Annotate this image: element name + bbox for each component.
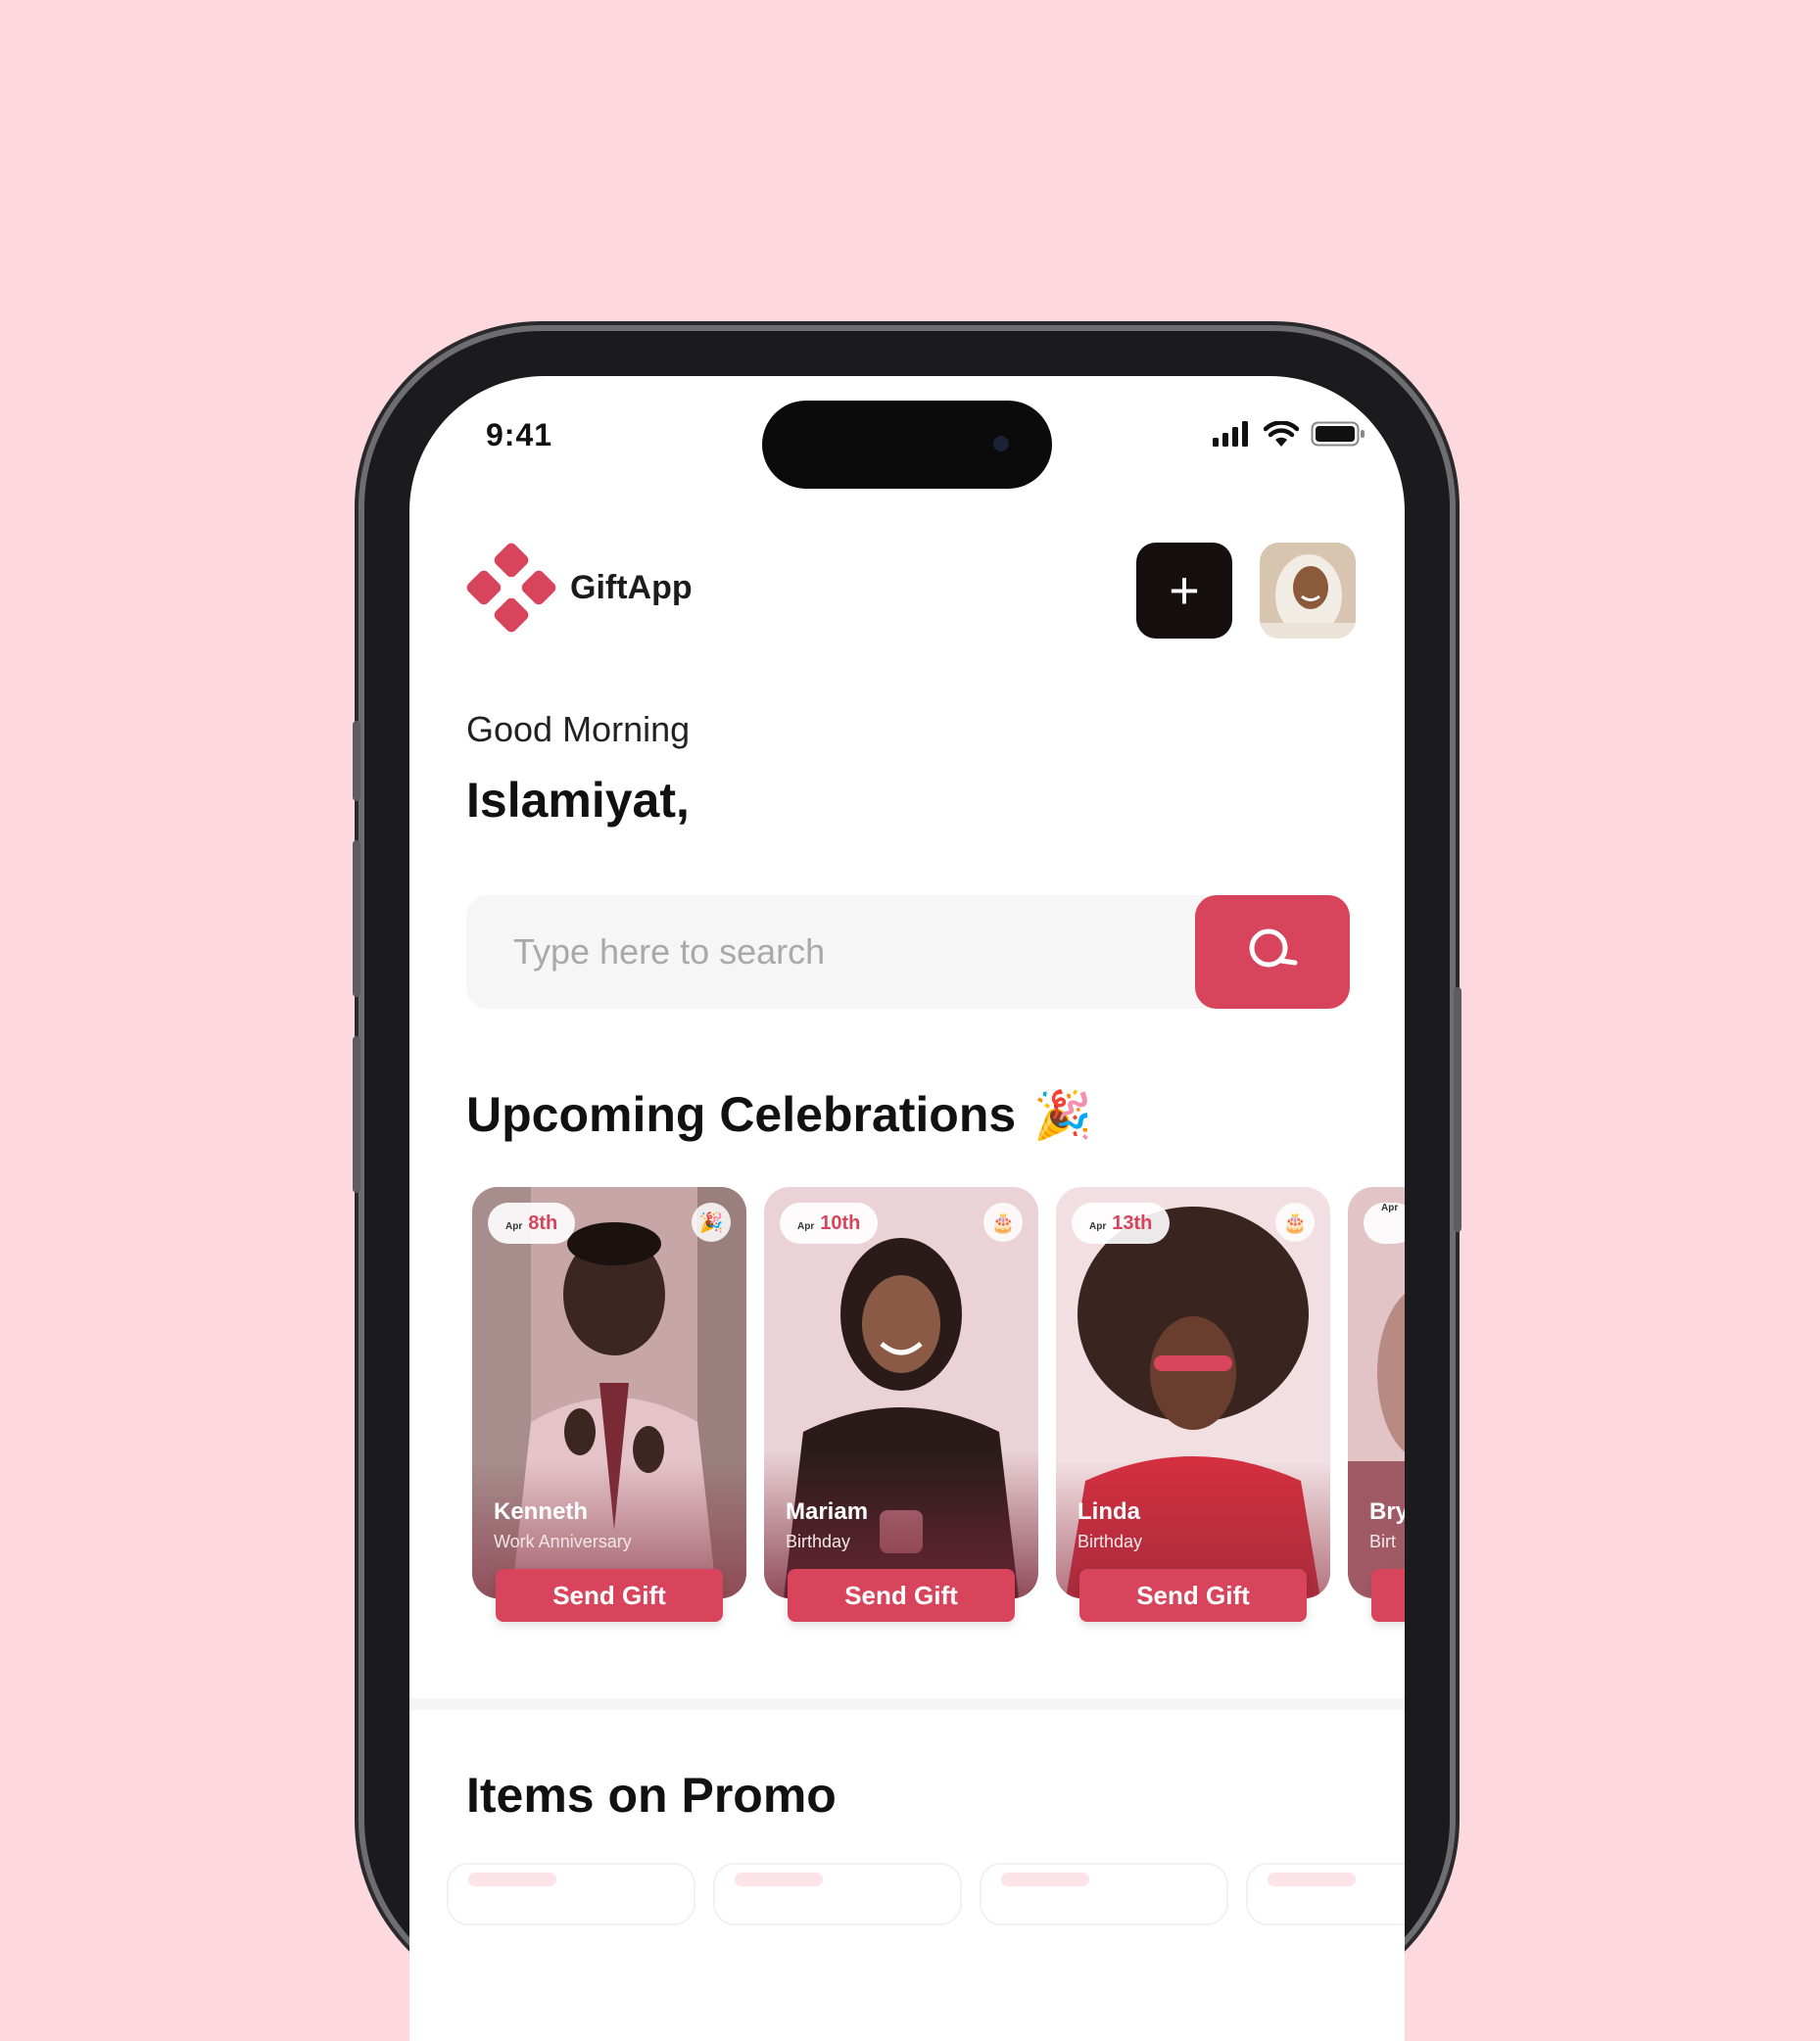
promo-item-card[interactable] [982,1865,1226,1923]
card-occasion: Birthday [1078,1532,1143,1551]
date-month: Apr [797,1221,815,1232]
search-button[interactable] [1195,895,1350,1009]
wifi-icon [1264,421,1299,447]
card-person-name: Bry [1369,1498,1405,1525]
celebration-card[interactable]: Apr 10th 🎂 Mariam Birthday [764,1187,1038,1598]
promo-tag [468,1873,556,1886]
avatar-photo [1260,543,1356,639]
send-gift-button[interactable] [1371,1569,1405,1622]
volume-down-button [353,1036,360,1193]
date-month: Apr [1381,1203,1399,1213]
party-popper-icon: 🎉 [1033,1089,1092,1142]
battery-icon [1311,421,1365,447]
cake-icon: 🎂 [983,1203,1023,1242]
promo-tag [1268,1873,1356,1886]
promo-section-title: Items on Promo [466,1768,837,1823]
party-popper-icon: 🎉 [692,1203,731,1242]
send-gift-button[interactable]: Send Gift [788,1569,1015,1622]
user-name: Islamiyat, [466,773,690,828]
action-button [353,721,360,801]
search-icon [1249,928,1298,968]
celebrations-title-text: Upcoming Celebrations [466,1087,1017,1142]
promo-item-card[interactable] [449,1865,694,1923]
celebration-card[interactable]: Apr 13th 🎂 Linda Birthday [1056,1187,1330,1598]
status-time: 9:41 [486,417,553,452]
celebration-card[interactable]: Apr Bry Birt [1348,1187,1405,1598]
search-bar [466,895,1350,1009]
dynamic-island [762,401,1052,489]
section-divider [409,1698,1405,1710]
send-gift-button[interactable]: Send Gift [496,1569,723,1622]
brand-name: GiftApp [570,568,693,606]
card-person-name: Kenneth [494,1498,588,1525]
send-gift-button[interactable]: Send Gift [1079,1569,1307,1622]
date-day: 10th [820,1212,861,1234]
giftapp-logo [466,543,556,633]
cellular-signal-icon [1213,421,1248,447]
celebrations-carousel[interactable]: Apr 8th 🎉 Kenneth Work Anniversary Send … [472,1187,1405,1628]
date-month: Apr [505,1221,523,1232]
greeting-text: Good Morning [466,709,691,749]
card-person-name: Linda [1078,1498,1140,1525]
promo-tag [1001,1873,1089,1886]
date-badge: Apr 8th [488,1203,576,1244]
brand[interactable]: GiftApp [466,543,693,633]
date-badge: Apr 10th [780,1203,879,1244]
status-icons [1213,421,1365,447]
date-day: 13th [1112,1212,1153,1234]
user-avatar[interactable] [1260,543,1356,639]
date-day: 8th [528,1212,558,1234]
phone-frame: 9:41 GiftApp + Good Morning Islamiyat, T… [353,331,1461,2041]
app-screen: 9:41 GiftApp + Good Morning Islamiyat, T… [409,376,1405,2041]
promo-item-card[interactable] [715,1865,960,1923]
date-month: Apr [1089,1221,1107,1232]
power-button [1454,987,1461,1232]
card-occasion: Birthday [786,1532,851,1551]
status-bar: 9:41 [409,376,1405,494]
cake-icon: 🎂 [1275,1203,1315,1242]
celebration-card[interactable]: Apr 8th 🎉 Kenneth Work Anniversary [472,1187,746,1598]
date-badge: Apr [1364,1203,1405,1244]
promo-items-row[interactable] [449,1865,1405,1923]
card-person-name: Mariam [786,1498,869,1525]
card-occasion: Work Anniversary [494,1532,632,1551]
promo-tag [735,1873,823,1886]
search-input[interactable] [466,895,1191,1009]
card-occasion: Birt [1369,1532,1396,1551]
date-badge: Apr 13th [1072,1203,1171,1244]
promo-item-card[interactable] [1248,1865,1405,1923]
celebrations-section-title: Upcoming Celebrations 🎉 [466,1086,1092,1143]
volume-up-button [353,840,360,997]
front-camera [993,436,1009,451]
add-button[interactable]: + [1136,543,1232,639]
